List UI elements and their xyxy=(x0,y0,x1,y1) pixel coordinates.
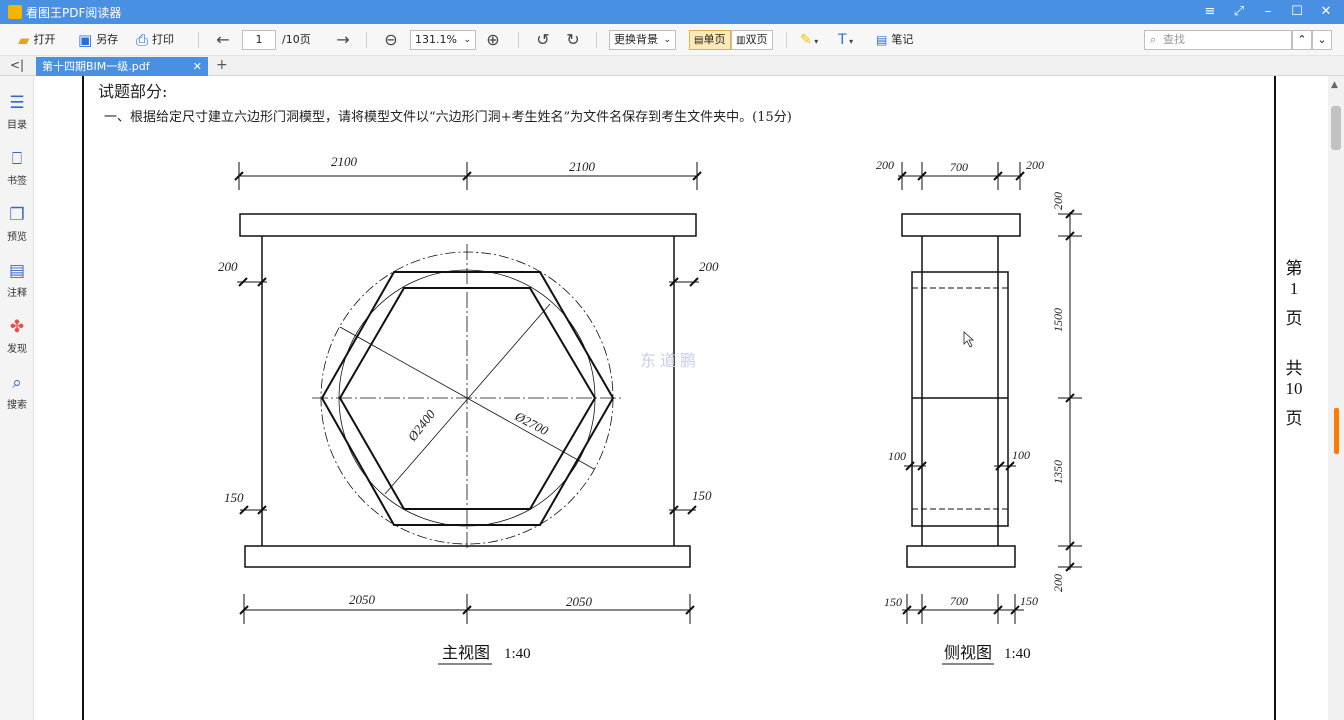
sidebar-item-toc[interactable]: ☰ 目录 xyxy=(0,92,34,131)
side-view-caption: 侧视图 xyxy=(944,644,992,662)
drawing-canvas: 2100 2100 200 200 150 150 2050 2050 Ø240… xyxy=(218,154,1082,665)
collapse-sidebar-icon[interactable]: <| xyxy=(10,58,24,72)
search-icon: ⌕ xyxy=(12,373,22,393)
preview-icon: ❐ xyxy=(9,205,25,225)
front-view-drawing xyxy=(234,162,702,665)
page-side-char: 共 xyxy=(1285,359,1303,378)
search-next-button[interactable]: ⌄ xyxy=(1312,30,1332,50)
side-bot-c-dim: 150 xyxy=(1020,594,1038,608)
folder-icon: ▰ xyxy=(18,31,30,49)
zoom-select[interactable]: 131.1% ⌄ xyxy=(410,30,476,50)
new-tab-button[interactable]: + xyxy=(216,57,228,73)
toolbar: ▰ 打开 ▣ 另存 ⎙ 打印 ← 1 /10页 → ⊖ 131.1% ⌄ ⊕ ↺ ↻ … xyxy=(0,24,1344,56)
scroll-up-icon[interactable]: ▲ xyxy=(1331,80,1338,90)
zoom-out-icon[interactable]: ⊖ xyxy=(380,29,402,51)
page-total: /10页 xyxy=(282,33,311,46)
front-top-right-dim: 2100 xyxy=(569,159,596,174)
watermark-text: 东 道 鹏 xyxy=(640,352,696,370)
front-bottom-left-dim: 2050 xyxy=(349,592,376,607)
front-right-lower-dim: 150 xyxy=(692,488,712,503)
app-logo-icon xyxy=(8,5,22,19)
maximize-button[interactable]: ☐ xyxy=(1283,2,1311,22)
page-side-char: 1 xyxy=(1289,279,1299,298)
mouse-cursor-icon xyxy=(963,331,975,348)
rotate-left-icon[interactable]: ↺ xyxy=(532,29,554,51)
text-icon[interactable]: T ▾ xyxy=(838,30,853,50)
page-side-char: 10 xyxy=(1285,379,1303,398)
rotate-right-icon[interactable]: ↻ xyxy=(562,29,584,51)
chevron-down-icon: ⌄ xyxy=(463,35,471,45)
save-as-button[interactable]: ▣ 另存 xyxy=(78,30,118,50)
side-mid-right-dim: 100 xyxy=(1012,448,1030,462)
side-v1-dim: 200 xyxy=(1051,192,1065,210)
side-view-scale: 1:40 xyxy=(1004,646,1031,662)
prev-page-button[interactable]: ← xyxy=(212,29,234,51)
menu-button[interactable]: ≡ xyxy=(1196,2,1224,22)
chevron-down-icon: ⌄ xyxy=(663,35,671,45)
front-view-scale: 1:40 xyxy=(504,646,531,662)
app-title: 看图王PDF阅读器 xyxy=(26,6,122,20)
note-icon: ▤ xyxy=(876,33,888,47)
printer-icon: ⎙ xyxy=(136,31,149,49)
front-bottom-right-dim: 2050 xyxy=(566,594,593,609)
vertical-scrollbar[interactable]: ▲ xyxy=(1328,76,1344,720)
front-top-left-dim: 2100 xyxy=(331,154,358,169)
front-view-caption: 主视图 xyxy=(442,644,490,662)
front-right-upper-dim: 200 xyxy=(699,259,719,274)
front-left-lower-dim: 150 xyxy=(224,490,244,505)
page-number-input[interactable]: 1 xyxy=(242,30,276,50)
double-page-button[interactable]: ▥双页 xyxy=(731,30,773,50)
highlight-icon[interactable]: ✎ ▾ xyxy=(800,30,818,50)
close-button[interactable]: ✕ xyxy=(1312,2,1340,22)
side-v4-dim: 200 xyxy=(1051,574,1065,592)
sidebar-item-search[interactable]: ⌕ 搜索 xyxy=(0,372,34,411)
open-button[interactable]: ▰ 打开 xyxy=(18,30,56,50)
fullscreen-button[interactable]: ⤢ xyxy=(1225,2,1253,22)
tab-bar: <| 第十四期BIM一级.pdf ✕ + xyxy=(0,56,1344,76)
page-side-char: 页 xyxy=(1285,409,1303,428)
sidebar-item-annotation[interactable]: ▤ 注释 xyxy=(0,260,34,299)
single-page-button[interactable]: ▤单页 xyxy=(689,30,731,50)
document-tab[interactable]: 第十四期BIM一级.pdf ✕ xyxy=(36,57,208,76)
search-icon: ⌕ xyxy=(1150,33,1157,46)
sidebar-item-discover[interactable]: ✤ 发现 xyxy=(0,316,34,355)
toc-icon: ☰ xyxy=(9,93,25,113)
side-v2-dim: 1500 xyxy=(1051,308,1065,332)
side-v3-dim: 1350 xyxy=(1051,460,1065,484)
sidebar-item-bookmarks[interactable]: ⎕ 书签 xyxy=(0,148,34,187)
side-top-c-dim: 200 xyxy=(1026,158,1044,172)
annotation-icon: ▤ xyxy=(8,261,26,281)
side-top-a-dim: 200 xyxy=(876,158,894,172)
print-button[interactable]: ⎙ 打印 xyxy=(136,30,174,50)
side-top-b-dim: 700 xyxy=(950,160,968,174)
scroll-position-marker xyxy=(1334,408,1339,454)
front-left-upper-dim: 200 xyxy=(218,259,238,274)
page-side-char: 第 xyxy=(1285,259,1303,278)
side-mid-left-dim: 100 xyxy=(888,449,906,463)
discover-icon: ✤ xyxy=(9,317,25,337)
sidebar-item-preview[interactable]: ❐ 预览 xyxy=(0,204,34,243)
search-prev-button[interactable]: ⌃ xyxy=(1292,30,1312,50)
background-select[interactable]: 更换背景 ⌄ xyxy=(609,30,676,50)
minimize-button[interactable]: – xyxy=(1254,2,1282,22)
save-icon: ▣ xyxy=(78,31,93,49)
scrollbar-thumb[interactable] xyxy=(1331,106,1341,150)
notes-button[interactable]: ▤ 笔记 xyxy=(876,30,913,50)
sidebar: ☰ 目录 ⎕ 书签 ❐ 预览 ▤ 注释 ✤ 发现 ⌕ 搜索 xyxy=(0,76,34,720)
next-page-button[interactable]: → xyxy=(332,29,354,51)
page-side-char: 页 xyxy=(1285,309,1303,328)
title-bar: 看图王PDF阅读器 ≡ ⤢ – ☐ ✕ xyxy=(0,0,1344,24)
pdf-page: 试题部分: 一、根据给定尺寸建立六边形门洞模型，请将模型文件以“六边形门洞+考生… xyxy=(82,76,1276,720)
bookmark-icon: ⎕ xyxy=(11,149,23,169)
close-tab-icon[interactable]: ✕ xyxy=(193,57,202,76)
document-viewer[interactable]: 试题部分: 一、根据给定尺寸建立六边形门洞模型，请将模型文件以“六边形门洞+考生… xyxy=(34,76,1328,720)
zoom-in-icon[interactable]: ⊕ xyxy=(482,29,504,51)
side-bot-b-dim: 700 xyxy=(950,594,968,608)
side-bot-a-dim: 150 xyxy=(884,595,902,609)
search-input[interactable]: ⌕ 查找 xyxy=(1144,30,1292,50)
